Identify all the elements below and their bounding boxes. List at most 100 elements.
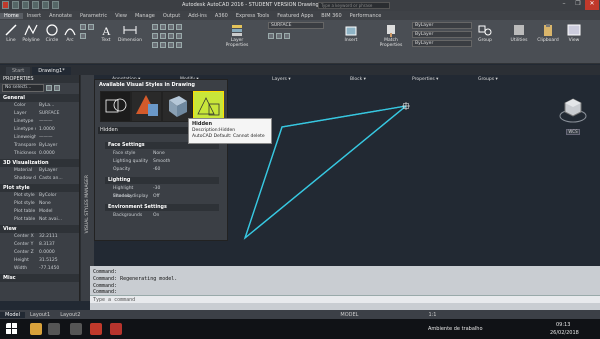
prop-row[interactable]: Center X 32.2111 [0, 233, 79, 241]
prop-row[interactable]: Linetype sc...1.0000 [0, 126, 79, 134]
layer-state-icon[interactable] [268, 33, 274, 39]
app-icon[interactable] [70, 323, 82, 335]
layer-lock-icon[interactable] [284, 33, 290, 39]
draw-more-icon-3[interactable] [88, 24, 94, 30]
search-input[interactable]: Type a keyword or phrase [318, 2, 390, 9]
style-thumbnail-2d-wireframe[interactable] [100, 91, 131, 122]
quick-access-toolbar[interactable] [2, 1, 59, 9]
draw-more-icon[interactable] [80, 24, 86, 30]
file-explorer-icon[interactable] [30, 323, 42, 335]
tab-layout1[interactable]: Layout1 [25, 312, 55, 318]
chrome-icon[interactable] [48, 323, 60, 335]
tab-annotate[interactable]: Annotate [45, 13, 76, 19]
viewcube[interactable]: WCS [558, 94, 588, 135]
prop-row[interactable]: Shadow dis...Casts an... [0, 175, 79, 183]
tab-start[interactable]: Start [6, 67, 31, 75]
undo-icon[interactable] [42, 1, 49, 9]
scale-icon[interactable] [160, 42, 166, 48]
utilities-tool[interactable]: Utilities [508, 23, 530, 43]
prop-row[interactable]: Height 31.5125 [0, 257, 79, 265]
tab-featured-apps[interactable]: Featured Apps [273, 13, 317, 19]
prop-row[interactable]: Plot style ByColor [0, 192, 79, 200]
match-properties-tool[interactable]: Match Properties [378, 23, 404, 48]
tab-express-tools[interactable]: Express Tools [232, 13, 273, 19]
trim-icon[interactable] [168, 24, 174, 30]
mirror-icon[interactable] [160, 33, 166, 39]
windows-start-icon[interactable] [6, 323, 18, 335]
close-button[interactable]: ✕ [585, 0, 599, 10]
prop-row[interactable]: Linetype ——— [0, 118, 79, 126]
draw-more-icon-2[interactable] [80, 33, 86, 39]
prop-row[interactable]: Width -77.1450 [0, 265, 79, 273]
prop-row[interactable]: Thickness 0.0000 [0, 150, 79, 158]
tab-add-ins[interactable]: Add-ins [184, 13, 211, 19]
select-objects-icon[interactable] [54, 85, 60, 91]
text-tool[interactable]: A Text [98, 23, 114, 43]
vs-row[interactable]: Backgrounds On [105, 212, 219, 220]
clipboard-tool[interactable]: Clipboard [535, 23, 561, 43]
selection-dropdown[interactable]: No selecti... [2, 84, 44, 92]
tab-output[interactable]: Output [159, 13, 184, 19]
rotate-icon[interactable] [160, 24, 166, 30]
minimize-button[interactable]: – [557, 0, 571, 10]
misc-section[interactable]: Misc [0, 274, 79, 282]
pdf-reader-icon[interactable] [110, 323, 122, 335]
quick-select-icon[interactable] [46, 85, 52, 91]
array-icon[interactable] [168, 42, 174, 48]
insert-tool[interactable]: Insert [342, 23, 360, 43]
vs-row[interactable]: Opacity -60 [105, 166, 219, 174]
tab-parametric[interactable]: Parametric [76, 13, 111, 19]
lineweight-dropdown[interactable]: ByLayer [412, 31, 472, 38]
arc-tool[interactable]: Arc [62, 23, 78, 43]
tab-home[interactable]: Home [0, 12, 23, 19]
redo-icon[interactable] [52, 1, 59, 9]
vs-row[interactable]: Lighting quality Smooth [105, 158, 219, 166]
clock-time[interactable]: 09:13 [556, 322, 570, 328]
tab-a360[interactable]: A360 [211, 13, 232, 19]
environment-settings-section[interactable]: Environment Settings [105, 204, 219, 211]
general-section[interactable]: General [0, 94, 79, 102]
explode-icon[interactable] [176, 33, 182, 39]
prop-row[interactable]: Material ByLayer [0, 167, 79, 175]
linetype-dropdown[interactable]: ByLayer [412, 40, 472, 47]
vs-row[interactable]: Shadow display Off [105, 193, 219, 201]
view-section[interactable]: View [0, 225, 79, 233]
line-tool[interactable]: Line [2, 23, 20, 43]
autocad-icon[interactable] [90, 323, 102, 335]
prop-row[interactable]: Plot table a...Model [0, 208, 79, 216]
layer-properties-tool[interactable]: Layer Properties [222, 23, 252, 48]
tab-bim360[interactable]: BIM 360 [317, 13, 345, 19]
annotation-scale[interactable]: 1:1 [423, 312, 441, 318]
style-thumbnail-conceptual[interactable] [131, 91, 162, 122]
prop-row[interactable]: Layer SURFACE [0, 110, 79, 118]
move-icon[interactable] [152, 24, 158, 30]
dimension-tool[interactable]: Dimension [116, 23, 144, 43]
offset-icon[interactable] [176, 42, 182, 48]
prop-row[interactable]: Plot style t...None [0, 200, 79, 208]
color-dropdown[interactable]: ByLayer [412, 22, 472, 29]
erase-icon[interactable] [176, 24, 182, 30]
new-icon[interactable] [12, 1, 19, 9]
network-label[interactable]: Ambiente de trabalho [428, 326, 483, 332]
save-icon[interactable] [32, 1, 39, 9]
vs-row[interactable]: Face style None [105, 150, 219, 158]
prop-row[interactable]: Lineweight——— [0, 134, 79, 142]
app-menu-icon[interactable] [2, 1, 9, 9]
open-icon[interactable] [22, 1, 29, 9]
polyline-tool[interactable]: Polyline [20, 23, 42, 43]
3d-visualization-section[interactable]: 3D Visualization [0, 159, 79, 167]
tab-view[interactable]: View [111, 13, 131, 19]
prop-row[interactable]: Color ByLa... [0, 102, 79, 110]
layer-dropdown[interactable]: SURFACE [268, 22, 324, 29]
prop-row[interactable]: Center Z 0.0000 [0, 249, 79, 257]
prop-row[interactable]: Plot table t...Not avai... [0, 216, 79, 224]
command-input[interactable]: Type a command [90, 295, 600, 303]
lighting-section[interactable]: Lighting [105, 177, 219, 184]
tab-model[interactable]: Model [0, 311, 26, 318]
stretch-icon[interactable] [152, 42, 158, 48]
tab-performance[interactable]: Performance [346, 13, 386, 19]
prop-row[interactable]: TransparencyByLayer [0, 142, 79, 150]
tab-insert[interactable]: Insert [23, 13, 45, 19]
tab-layout2[interactable]: Layout2 [55, 312, 85, 318]
fillet-icon[interactable] [168, 33, 174, 39]
